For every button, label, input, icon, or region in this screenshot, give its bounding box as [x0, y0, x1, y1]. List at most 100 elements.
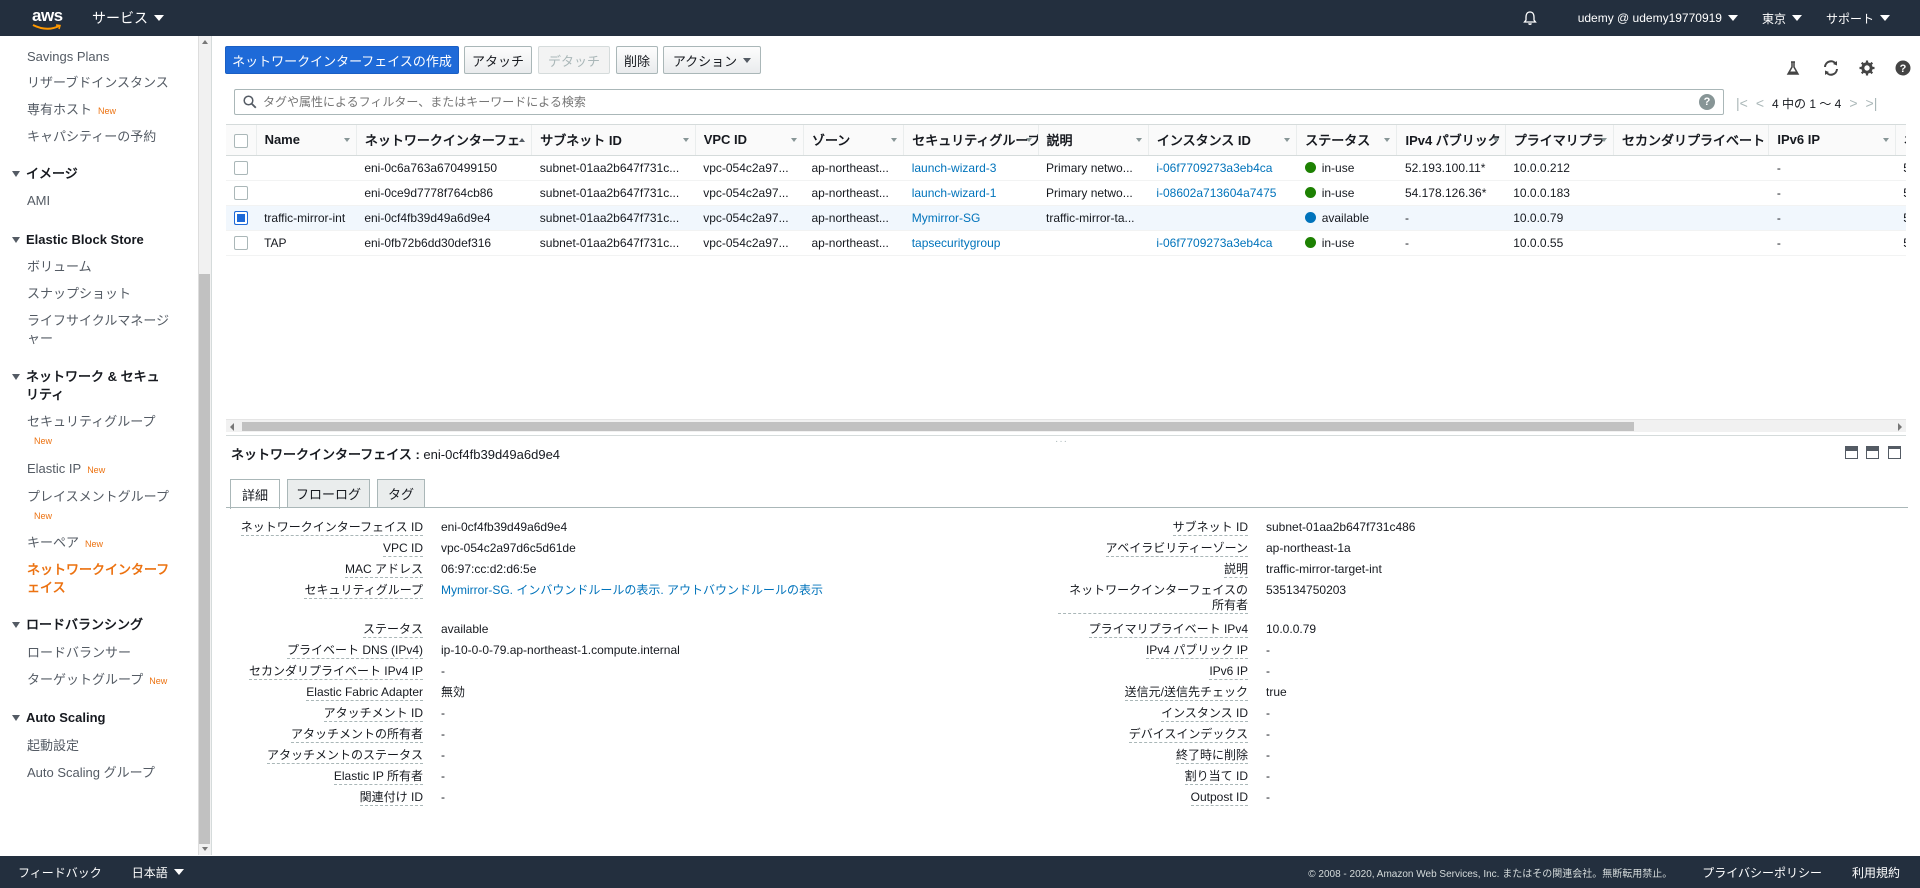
row-checkbox-checked[interactable]: [234, 210, 248, 225]
refresh-icon[interactable]: [1821, 58, 1841, 78]
label-vpc-id: VPC ID: [382, 541, 423, 557]
terms-link[interactable]: 利用規約: [1852, 864, 1900, 881]
column-header-vpc-id[interactable]: VPC ID: [695, 125, 804, 156]
gear-icon[interactable]: [1857, 58, 1877, 78]
support-menu[interactable]: サポート: [1814, 10, 1902, 27]
sidebar-item-security-groups[interactable]: セキュリティグループ: [27, 413, 155, 431]
scrollbar-thumb[interactable]: [199, 274, 210, 844]
label-mac-address: MAC アドレス: [344, 562, 423, 578]
scroll-left-icon: [230, 423, 234, 431]
column-header-security-group[interactable]: セキュリティグループ: [903, 125, 1039, 156]
value-security-groups-link[interactable]: Mymirror-SG. インバウンドルールの表示. アウトバウンドルールの表示: [441, 583, 823, 598]
sidebar-item-reserved-instances[interactable]: リザーブドインスタンス: [27, 74, 169, 92]
privacy-policy-link[interactable]: プライバシーポリシー: [1702, 864, 1822, 881]
label-status: ステータス: [362, 622, 423, 638]
resize-grip-icon[interactable]: ···: [1055, 436, 1068, 447]
column-header-ipv6[interactable]: IPv6 IP: [1768, 125, 1896, 156]
prev-page-icon[interactable]: <: [1756, 95, 1764, 111]
row-checkbox[interactable]: [234, 160, 248, 175]
column-header-primary-private[interactable]: プライマリプラ: [1505, 125, 1614, 156]
tab-flow-logs[interactable]: フローログ: [287, 479, 370, 507]
create-network-interface-button[interactable]: ネットワークインターフェイスの作成: [225, 46, 459, 74]
caret-down-icon: [12, 171, 20, 177]
sidebar-item-ami[interactable]: AMI: [27, 192, 50, 210]
column-header-subnet-id[interactable]: サブネット ID: [531, 125, 696, 156]
column-header-description[interactable]: 説明: [1038, 125, 1149, 156]
help-icon[interactable]: ?: [1893, 58, 1913, 78]
column-header-eni-id[interactable]: ネットワークインターフェ: [356, 125, 533, 156]
pane-bottom-icon[interactable]: [1845, 446, 1858, 459]
column-header-status[interactable]: ステータス: [1296, 125, 1398, 156]
sidebar-item-dedicated-hosts[interactable]: 専有ホスト New: [27, 101, 116, 120]
cell-security-group-link[interactable]: launch-wizard-3: [903, 155, 1039, 181]
row-checkbox[interactable]: [234, 185, 248, 200]
cell-instance-link[interactable]: i-06f7709273a3eb4ca: [1148, 155, 1297, 181]
sidebar-section-auto-scaling[interactable]: Auto Scaling: [12, 709, 105, 727]
cell-name: TAP: [256, 230, 357, 256]
table-row[interactable]: eni-0ce9d7778f764cb86 subnet-01aa2b647f7…: [226, 180, 1906, 206]
chevron-down-icon: [1791, 15, 1802, 21]
column-header-name[interactable]: Name: [256, 125, 357, 156]
column-header-secondary-private[interactable]: セカンダリプライベート: [1613, 125, 1770, 156]
cell-security-group-link[interactable]: Mymirror-SG: [903, 205, 1039, 231]
select-all-checkbox[interactable]: [234, 133, 248, 148]
column-header-zone[interactable]: ゾーン: [803, 125, 905, 156]
search-help-icon[interactable]: ?: [1699, 94, 1715, 110]
sidebar-item-load-balancers[interactable]: ロードバランサー: [27, 644, 131, 662]
next-page-icon[interactable]: >: [1849, 95, 1857, 111]
flask-icon[interactable]: [1783, 58, 1803, 78]
sidebar-item-capacity-reservations[interactable]: キャパシティーの予約: [27, 128, 156, 146]
first-page-icon[interactable]: |<: [1736, 95, 1748, 111]
cell-security-group-link[interactable]: tapsecuritygroup: [903, 230, 1039, 256]
sidebar-item-launch-configurations[interactable]: 起動設定: [27, 737, 79, 755]
cell-instance-link[interactable]: [1148, 205, 1297, 231]
sidebar-section-load-balancing[interactable]: ロードバランシング: [12, 616, 143, 634]
cell-security-group-link[interactable]: launch-wizard-1: [903, 180, 1039, 206]
sidebar-item-auto-scaling-groups[interactable]: Auto Scaling グループ: [27, 764, 155, 782]
language-selector[interactable]: 日本語: [132, 864, 184, 881]
table-row[interactable]: eni-0c6a763a670499150 subnet-01aa2b647f7…: [226, 155, 1906, 181]
account-menu[interactable]: udemy @ udemy19770919: [1566, 11, 1750, 25]
sidebar-item-lifecycle-manager[interactable]: ライフサイクルマネージャー: [27, 312, 172, 348]
delete-button[interactable]: 削除: [616, 46, 658, 74]
sidebar-scrollbar[interactable]: [198, 36, 211, 855]
scrollbar-thumb[interactable]: [242, 422, 1634, 431]
sidebar-item-network-interfaces[interactable]: ネットワークインターフェイス: [27, 561, 172, 597]
services-menu[interactable]: サービス: [92, 8, 164, 28]
actions-dropdown[interactable]: アクション: [663, 46, 761, 74]
table-row[interactable]: TAP eni-0fb72b6dd30def316 subnet-01aa2b6…: [226, 230, 1906, 256]
last-page-icon[interactable]: >|: [1866, 95, 1878, 111]
search-input[interactable]: [263, 95, 1663, 109]
cell-instance-link[interactable]: i-08602a713604a7475: [1148, 180, 1297, 206]
pane-split-icon[interactable]: [1866, 446, 1879, 459]
new-badge: New: [98, 106, 117, 116]
sidebar-item-savings-plans[interactable]: Savings Plans: [27, 48, 109, 66]
pane-full-icon[interactable]: [1888, 446, 1901, 459]
sidebar-item-volumes[interactable]: ボリューム: [27, 258, 92, 276]
aws-logo[interactable]: aws: [32, 4, 63, 32]
tab-details[interactable]: 詳細: [230, 479, 280, 509]
network-interfaces-table: Name ネットワークインターフェ サブネット ID VPC ID ゾーン セキ…: [226, 124, 1906, 428]
sidebar-section-network-security[interactable]: ネットワーク & セキュリティ: [12, 368, 172, 404]
cell-vpc-id: vpc-054c2a97...: [695, 205, 804, 231]
tab-tags[interactable]: タグ: [377, 479, 425, 507]
notifications-bell[interactable]: [1510, 10, 1550, 26]
cell-instance-link[interactable]: i-06f7709273a3eb4ca: [1148, 230, 1297, 256]
sidebar-section-ebs[interactable]: Elastic Block Store: [12, 231, 144, 249]
sidebar-item-snapshots[interactable]: スナップショット: [27, 285, 131, 303]
sidebar-item-placement-groups[interactable]: プレイスメントグループ: [27, 488, 169, 506]
row-checkbox[interactable]: [234, 235, 248, 250]
column-header-instance-id[interactable]: インスタンス ID: [1148, 125, 1298, 156]
feedback-link[interactable]: フィードバック: [18, 864, 102, 881]
attach-button[interactable]: アタッチ: [464, 46, 532, 74]
detach-button[interactable]: デタッチ: [538, 46, 610, 74]
column-header-owner[interactable]: ネッ: [1895, 125, 1906, 156]
table-horizontal-scrollbar[interactable]: [226, 419, 1906, 432]
region-menu[interactable]: 東京: [1750, 10, 1814, 27]
sidebar-item-key-pairs[interactable]: キーペア New: [27, 534, 103, 553]
column-header-ipv4-public[interactable]: IPv4 パブリック: [1396, 125, 1506, 156]
table-row-selected[interactable]: traffic-mirror-int eni-0cf4fb39d49a6d9e4…: [226, 205, 1906, 231]
sidebar-item-target-groups[interactable]: ターゲットグループ New: [27, 671, 167, 690]
sidebar-section-images[interactable]: イメージ: [12, 165, 78, 183]
sidebar-item-elastic-ip[interactable]: Elastic IP New: [27, 460, 105, 479]
